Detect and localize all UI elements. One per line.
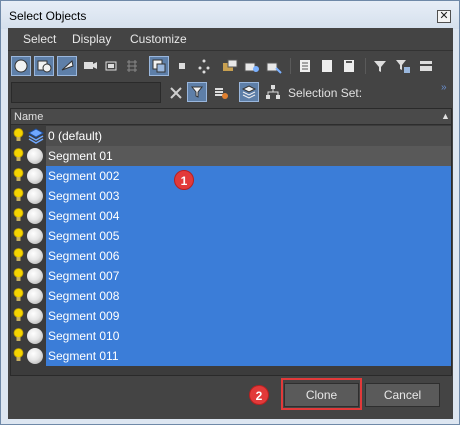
display-shapes-icon[interactable] [34,56,54,76]
object-sphere-icon [27,308,43,324]
menu-select[interactable]: Select [23,32,56,46]
display-spacewarps-icon[interactable] [122,56,142,76]
lightbulb-icon[interactable] [13,348,24,362]
lightbulb-icon[interactable] [13,128,24,142]
lightbulb-icon[interactable] [13,308,24,322]
list-item-label: Segment 006 [46,246,451,266]
list-item-label: Segment 009 [46,306,451,326]
lightbulb-icon[interactable] [13,148,24,162]
display-geometry-icon[interactable] [11,56,31,76]
list-item-label: Segment 007 [46,266,451,286]
select-dependents-icon[interactable] [211,82,231,102]
list-item[interactable]: Segment 01 [11,146,451,166]
toolbar-separator [290,58,291,74]
lightbulb-icon[interactable] [13,288,24,302]
list-item[interactable]: Segment 008 [11,286,451,306]
window-title: Select Objects [9,9,87,23]
selection-set-label: Selection Set: [288,86,363,100]
find-case-sensitive-icon[interactable] [187,82,207,102]
more-options-icon[interactable]: » [441,82,447,93]
select-invert-icon[interactable] [339,56,359,76]
title-bar: Select Objects ✕ [1,1,459,29]
object-sphere-icon [27,248,43,264]
list-item[interactable]: Segment 003 [11,186,451,206]
list-item-label: Segment 010 [46,326,451,346]
annotation-marker-2: 2 [249,385,269,405]
filter-bar: Selection Set: » [8,80,453,106]
object-sphere-icon [27,208,43,224]
object-sphere-icon [27,268,43,284]
display-groups-icon[interactable] [149,56,169,76]
display-xrefs-icon[interactable] [172,56,192,76]
lightbulb-icon[interactable] [13,268,24,282]
search-input[interactable] [11,82,161,103]
object-sphere-icon [27,168,43,184]
object-sphere-icon [27,328,43,344]
display-bones-icon[interactable] [194,56,214,76]
display-helpers-icon[interactable] [101,56,121,76]
filter-selected-icon[interactable] [393,56,413,76]
lightbulb-icon[interactable] [13,328,24,342]
list-item[interactable]: Segment 007 [11,266,451,286]
list-item[interactable]: Segment 010 [11,326,451,346]
cancel-button[interactable]: Cancel [365,383,440,407]
object-sphere-icon [27,148,43,164]
list-item-label: Segment 003 [46,186,451,206]
menu-bar: Select Display Customize [8,28,453,51]
display-cameras-icon[interactable] [80,56,100,76]
lightbulb-icon[interactable] [13,168,24,182]
object-sphere-icon [27,188,43,204]
object-sphere-icon [27,348,43,364]
display-lights-icon[interactable] [57,56,77,76]
layer-stack-icon[interactable] [239,82,259,102]
list-item-label: Segment 005 [46,226,451,246]
clone-button[interactable]: Clone [284,383,359,407]
column-header-name[interactable]: Name ▲ [11,109,451,125]
lightbulb-icon[interactable] [13,228,24,242]
lightbulb-icon[interactable] [13,208,24,222]
filter-icon[interactable] [370,56,390,76]
list-item[interactable]: Segment 011 [11,346,451,366]
lightbulb-icon[interactable] [13,248,24,262]
select-none-icon[interactable] [317,56,337,76]
toolbar-separator [365,58,366,74]
object-list[interactable]: Name ▲ 0 (default) Segment 01 Segment 002 S… [10,108,452,376]
object-sphere-icon [27,288,43,304]
lightbulb-icon[interactable] [13,188,24,202]
toolbar [8,52,453,80]
collapse-icon[interactable] [416,56,436,76]
dialog-body: Select Display Customize Selection Set: … [8,28,453,419]
list-item[interactable]: Segment 006 [11,246,451,266]
display-hidden-icon[interactable] [264,56,284,76]
select-objects-dialog: Select Objects ✕ Select Display Customiz… [0,0,460,425]
clear-search-icon[interactable] [166,83,186,103]
menu-customize[interactable]: Customize [130,32,187,46]
list-item-label: 0 (default) [46,126,451,146]
list-item-label: Segment 008 [46,286,451,306]
list-item[interactable]: Segment 005 [11,226,451,246]
layer-row[interactable]: 0 (default) [11,126,451,146]
list-item-label: Segment 011 [46,346,451,366]
list-item-label: Segment 004 [46,206,451,226]
menu-display[interactable]: Display [72,32,111,46]
object-sphere-icon [27,228,43,244]
list-item-label: Segment 002 [46,166,451,186]
sort-ascending-icon: ▲ [441,111,450,121]
close-button[interactable]: ✕ [437,10,451,23]
list-item[interactable]: Segment 009 [11,306,451,326]
display-frozen-icon[interactable] [242,56,262,76]
list-item[interactable]: Segment 002 [11,166,451,186]
display-containers-icon[interactable] [220,56,240,76]
layer-icon [27,128,45,144]
list-item-label: Segment 01 [46,146,451,166]
select-all-icon[interactable] [295,56,315,76]
list-item[interactable]: Segment 004 [11,206,451,226]
column-header-label: Name [14,111,44,123]
hierarchy-icon[interactable] [263,82,283,102]
annotation-marker-1: 1 [174,170,194,190]
